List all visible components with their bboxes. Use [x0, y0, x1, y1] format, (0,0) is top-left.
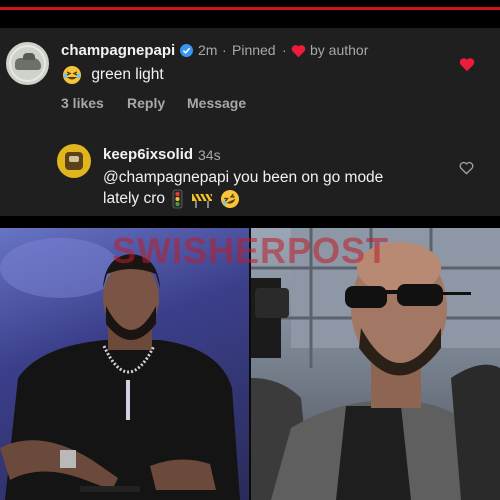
avatar-image — [65, 152, 83, 170]
reply-button[interactable]: Reply — [127, 95, 165, 111]
comment-body: green light — [62, 65, 164, 85]
by-author-label: by author — [310, 42, 369, 58]
likes-count[interactable]: 3 likes — [61, 95, 104, 111]
news-photo: SWISHERPOST — [0, 228, 500, 500]
reply-time: 34s — [198, 147, 221, 163]
red-heart-icon — [291, 45, 306, 58]
avatar-champagnepapi[interactable] — [6, 42, 49, 85]
heart-outline-icon[interactable] — [459, 161, 474, 175]
heart-like-icon[interactable] — [459, 57, 475, 72]
verified-badge-icon — [180, 44, 193, 57]
reply-line-2: lately cro — [103, 189, 240, 209]
car-avatar-image — [15, 53, 41, 70]
comment-text: green light — [91, 66, 164, 83]
laughing-tears-emoji-icon — [63, 66, 81, 84]
reply-line-1: @champagnepapi you been on go mode — [103, 169, 384, 186]
reply-username[interactable]: keep6ixsolid — [103, 146, 193, 163]
comment-time: 2m — [198, 42, 218, 58]
red-divider-line — [0, 7, 500, 10]
comment-username[interactable]: champagnepapi — [61, 42, 175, 59]
message-button[interactable]: Message — [187, 95, 246, 111]
watermark: SWISHERPOST — [112, 230, 390, 271]
construction-emoji-icon — [191, 193, 213, 208]
pinned-label: Pinned — [232, 42, 276, 58]
avatar-keep6ixsolid[interactable] — [57, 144, 91, 178]
top-strip — [0, 0, 500, 28]
traffic-light-emoji-icon — [172, 189, 183, 209]
meta-separator-2: · — [282, 42, 287, 58]
comment-panel: champagnepapi 2m · Pinned · by author gr… — [0, 28, 500, 216]
meta-separator-1: · — [222, 42, 227, 58]
rofl-emoji-icon — [220, 190, 239, 208]
reply-text-2: lately cro — [103, 190, 166, 207]
